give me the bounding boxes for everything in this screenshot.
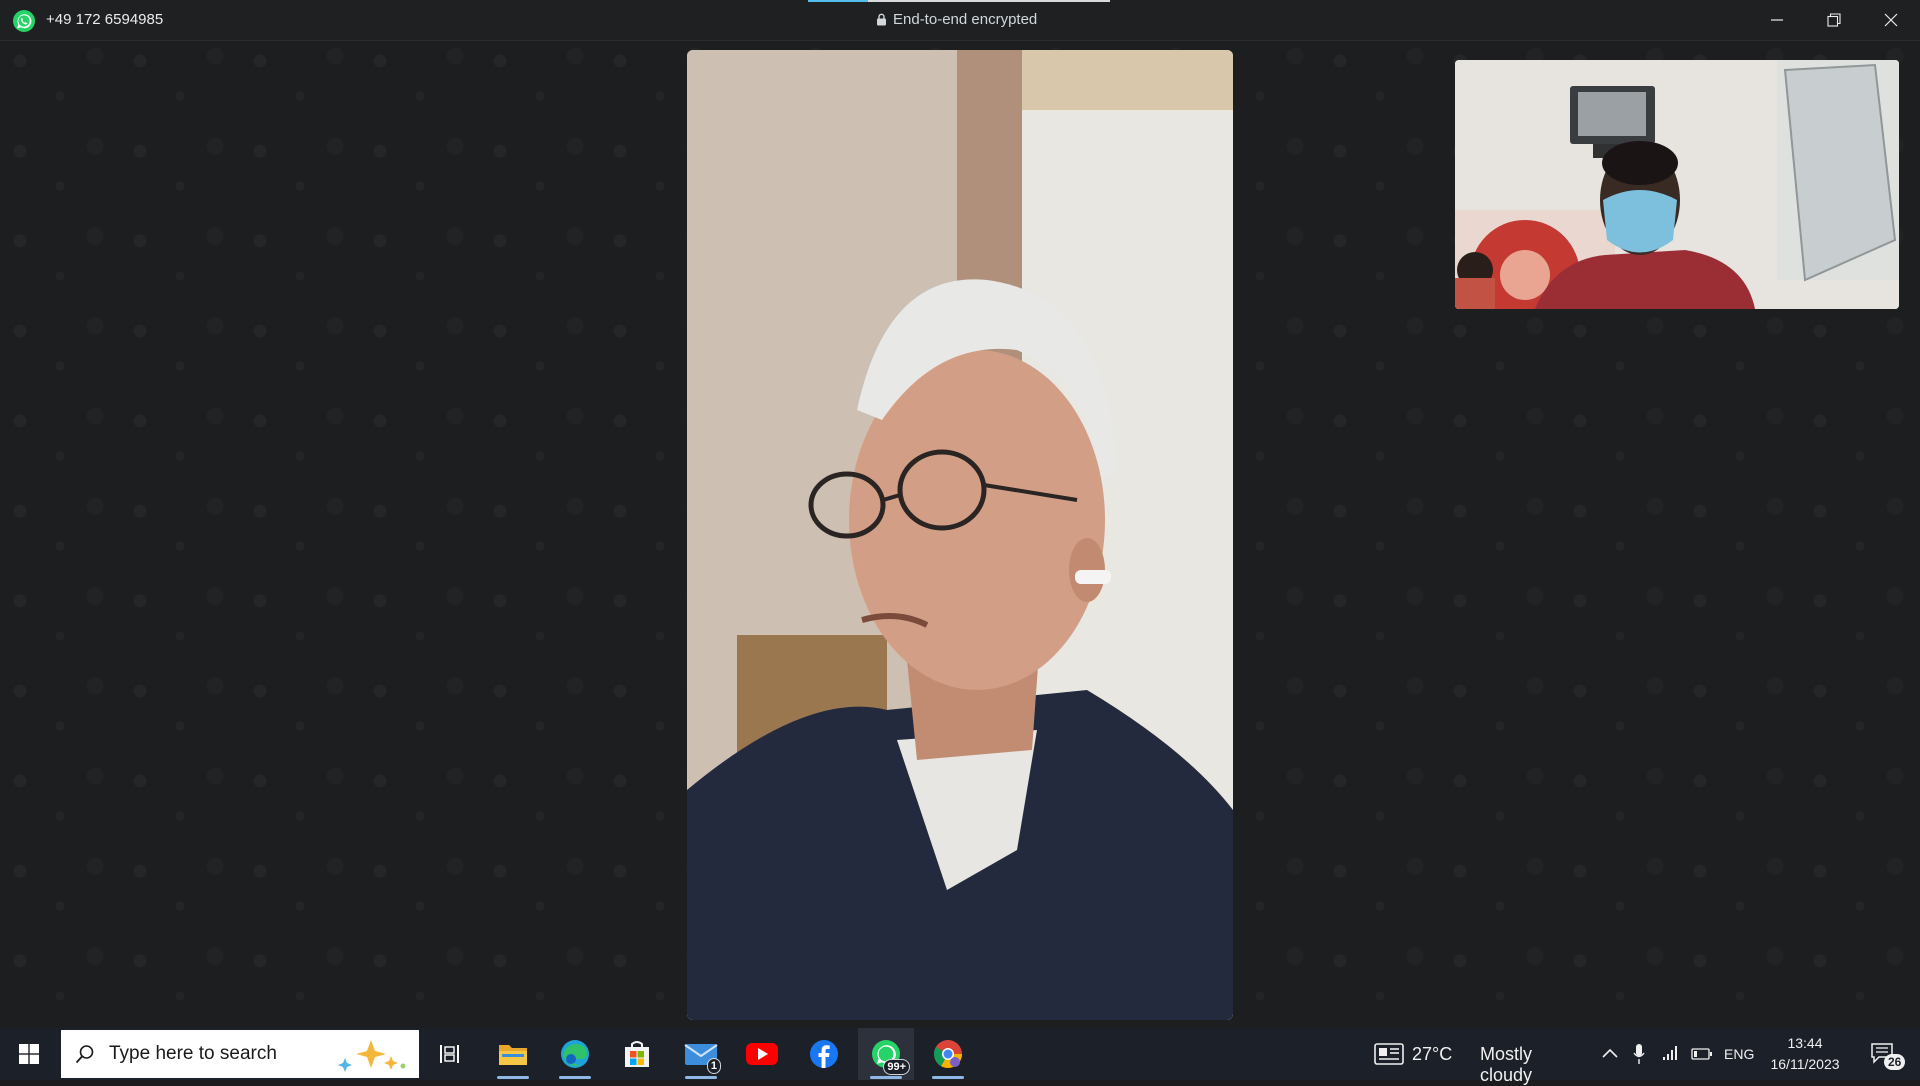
taskbar-search-box[interactable]: Type here to search xyxy=(61,1030,419,1078)
edge-browser-button[interactable] xyxy=(547,1028,603,1080)
chrome-button[interactable] xyxy=(920,1028,976,1080)
facebook-button[interactable] xyxy=(796,1028,852,1080)
running-indicator xyxy=(870,1076,902,1079)
youtube-button[interactable] xyxy=(734,1028,790,1080)
microphone-icon[interactable] xyxy=(1633,1043,1645,1065)
restore-icon xyxy=(1827,13,1841,27)
encryption-status: End-to-end encrypted xyxy=(876,11,1037,28)
call-tab-indicator xyxy=(808,0,1110,2)
restore-button[interactable] xyxy=(1806,0,1862,40)
task-view-button[interactable] xyxy=(422,1028,478,1080)
encryption-label: End-to-end encrypted xyxy=(893,11,1038,28)
youtube-icon xyxy=(746,1043,778,1065)
battery-icon[interactable] xyxy=(1691,1047,1713,1060)
caller-number: +49 172 6594985 xyxy=(46,11,164,28)
file-explorer-button[interactable] xyxy=(485,1028,541,1080)
whatsapp-taskbar-button[interactable]: 99+ xyxy=(858,1028,914,1080)
search-placeholder: Type here to search xyxy=(109,1043,277,1064)
search-highlight-sparkle-icon xyxy=(338,1040,406,1072)
edge-icon xyxy=(561,1040,589,1068)
chevron-up-icon[interactable] xyxy=(1602,1048,1618,1058)
notification-count-badge: 26 xyxy=(1884,1054,1906,1070)
running-indicator xyxy=(559,1076,591,1079)
start-button[interactable] xyxy=(0,1028,58,1080)
microsoft-store-icon xyxy=(625,1041,649,1067)
close-button[interactable] xyxy=(1863,0,1919,40)
call-area xyxy=(0,41,1920,1028)
clock-time: 13:44 xyxy=(1787,1035,1823,1051)
self-preview-video[interactable] xyxy=(1455,60,1899,309)
mail-button[interactable]: 1 xyxy=(673,1028,729,1080)
weather-news-icon xyxy=(1374,1043,1404,1065)
clock-date: 16/11/2023 xyxy=(1770,1056,1840,1072)
file-explorer-icon xyxy=(499,1045,527,1065)
self-video-frame xyxy=(1455,60,1899,309)
whatsapp-logo-icon xyxy=(13,10,35,32)
close-icon xyxy=(1884,13,1898,27)
facebook-icon xyxy=(810,1040,838,1068)
minimize-icon xyxy=(1771,19,1783,21)
microsoft-store-button[interactable] xyxy=(609,1028,665,1080)
running-indicator xyxy=(497,1076,529,1079)
network-signal-icon[interactable] xyxy=(1662,1045,1678,1061)
running-indicator xyxy=(685,1076,717,1079)
windows-logo-icon xyxy=(19,1044,39,1064)
language-indicator[interactable]: ENG xyxy=(1724,1046,1754,1062)
mail-unread-badge: 1 xyxy=(706,1058,721,1074)
remote-video-frame xyxy=(687,50,1233,1020)
weather-temperature: 27°C xyxy=(1412,1044,1453,1064)
whatsapp-unread-badge: 99+ xyxy=(883,1059,910,1075)
title-bar: +49 172 6594985 End-to-end encrypted xyxy=(0,0,1920,41)
search-icon xyxy=(75,1045,94,1064)
minimize-button[interactable] xyxy=(1749,0,1805,40)
lock-icon xyxy=(877,13,886,26)
weather-widget[interactable]: 27°C Mostly cloudy xyxy=(1372,1028,1577,1085)
clock[interactable]: 13:44 16/11/2023 xyxy=(1765,1028,1845,1080)
notification-center-button[interactable]: 26 xyxy=(1862,1028,1920,1080)
task-view-icon xyxy=(440,1045,459,1063)
running-indicator xyxy=(932,1076,964,1079)
windows-taskbar: Type here to search 1 99+ 27°C Mostly cl… xyxy=(0,1028,1920,1085)
remote-participant-video[interactable] xyxy=(687,50,1233,1020)
chrome-icon xyxy=(934,1040,962,1068)
